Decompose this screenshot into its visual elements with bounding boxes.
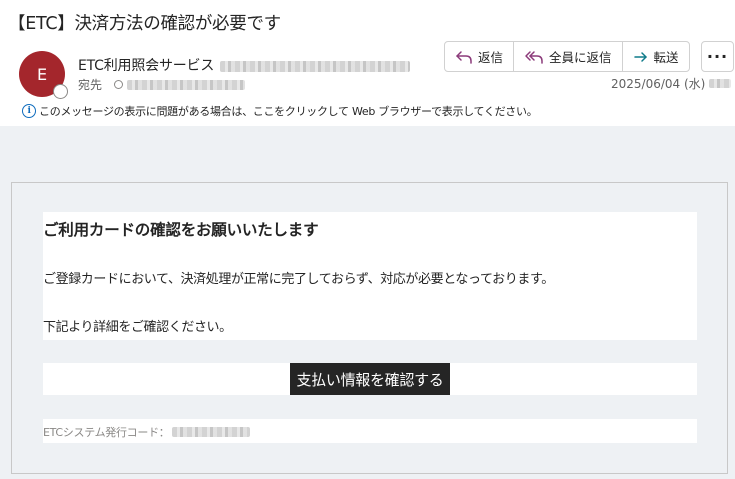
message-line-1: ご登録カードにおいて、決済処理が正常に完了しておらず、対応が必要となっております…	[43, 272, 554, 287]
email-subject: 【ETC】決済方法の確認が必要です	[8, 14, 281, 34]
message-date: 2025/06/04 (水)	[611, 75, 732, 92]
reply-icon	[456, 50, 472, 64]
message-heading: ご利用カードの確認をお願いいたします	[43, 221, 319, 239]
info-icon: i	[22, 104, 36, 118]
reply-label: 返信	[478, 50, 504, 65]
recipient-presence-icon	[114, 80, 124, 89]
more-actions-button[interactable]: ···	[701, 41, 734, 72]
avatar[interactable]: E	[19, 51, 68, 99]
forward-button[interactable]: 転送	[623, 42, 689, 71]
info-notice: このメッセージの表示に問題がある場合は、ここをクリックして Web ブラウザーで…	[39, 105, 538, 118]
presence-status-icon	[53, 84, 68, 99]
recipient-email-redacted[interactable]	[127, 79, 246, 90]
forward-icon	[633, 51, 647, 62]
to-label: 宛先	[78, 78, 103, 92]
sender-row[interactable]: ETC利用照会サービス	[78, 55, 411, 75]
reply-all-icon	[525, 50, 543, 64]
system-code-redacted	[172, 427, 251, 437]
reply-all-label: 全員に返信	[549, 50, 612, 65]
date-text: 2025/06/04 (水)	[611, 77, 706, 91]
reply-button[interactable]: 返信	[445, 42, 515, 71]
recipient-row: 宛先	[78, 76, 246, 93]
forward-label: 転送	[653, 50, 679, 65]
time-redacted	[709, 79, 732, 88]
system-code-label: ETCシステム発行コード：	[43, 426, 170, 439]
sender-email-redacted	[220, 60, 411, 72]
info-bar[interactable]: i このメッセージの表示に問題がある場合は、ここをクリックして Web ブラウザ…	[22, 103, 538, 119]
message-actions: 返信 全員に返信 転送	[444, 41, 690, 72]
message-line-2: 下記より詳細をご確認ください。	[43, 320, 232, 335]
reply-all-button[interactable]: 全員に返信	[514, 42, 623, 71]
confirm-payment-button[interactable]: 支払い情報を確認する	[290, 363, 450, 395]
sender-name: ETC利用照会サービス	[78, 58, 215, 74]
system-code: ETCシステム発行コード：	[43, 424, 251, 440]
avatar-initial: E	[36, 64, 48, 84]
more-icon: ···	[706, 47, 729, 66]
